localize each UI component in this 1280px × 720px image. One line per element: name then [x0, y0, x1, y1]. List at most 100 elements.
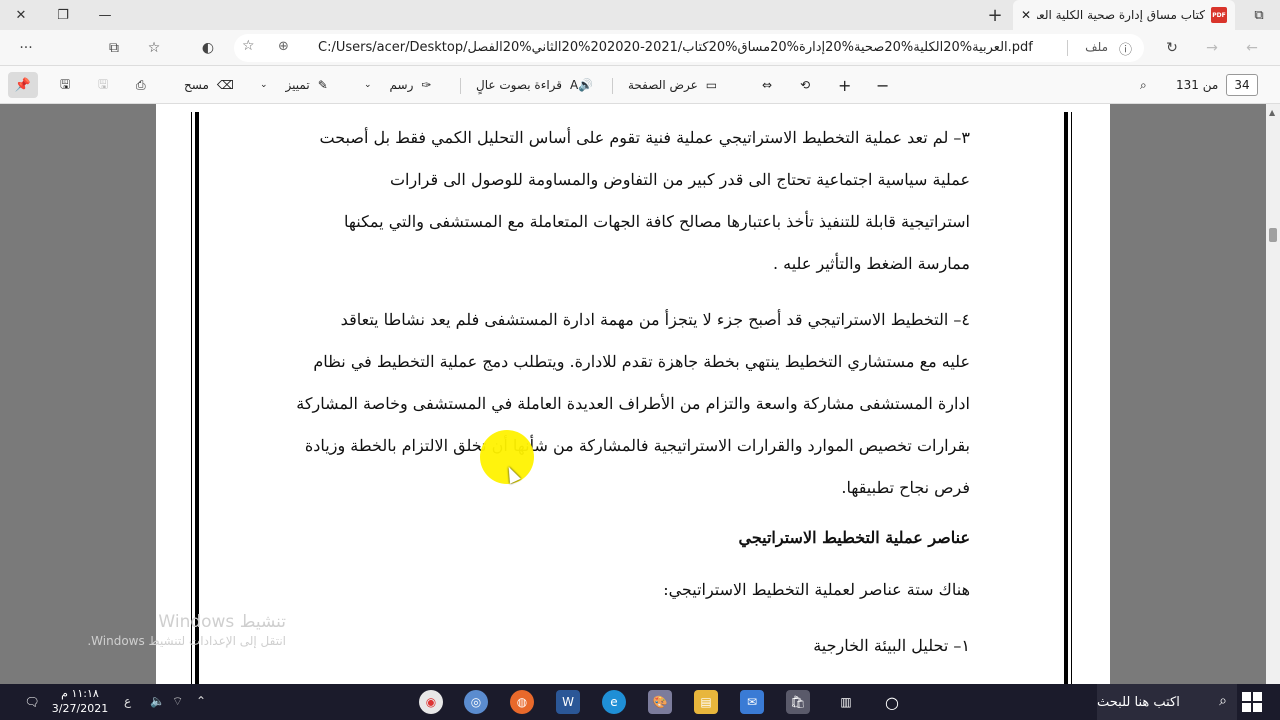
zoom-in-icon[interactable]: + — [838, 74, 851, 96]
search-box[interactable]: ⌕ اكتب هنا للبحث — [1097, 684, 1237, 720]
search-icon: ⌕ — [1219, 693, 1227, 709]
cortana-icon[interactable]: ○ — [880, 690, 904, 714]
pdf-icon: PDF — [1211, 7, 1227, 23]
text-line: عملية سياسية اجتماعية تحتاج الى قدر كبير… — [389, 170, 970, 189]
show-hidden-icon[interactable]: ⌃ — [196, 694, 206, 708]
chevron-down-icon: ⌄ — [364, 80, 372, 90]
highlight-label: تمييز — [285, 78, 310, 92]
save-icon[interactable]: 🖫 — [98, 74, 108, 96]
tab-title: كتاب مساق إدارة صحية الكلية العر — [1037, 8, 1205, 22]
omnibox-divider — [1067, 40, 1068, 56]
toolbar-divider — [612, 78, 613, 94]
taskbar: 🗨 ١١:١٨ م 3/27/2021 ع 🔈 ⌔ ⌃ ◉ ◎ ◍ W e 🎨 … — [0, 684, 1280, 720]
scrollbar-thumb[interactable] — [1269, 228, 1277, 242]
omnibox[interactable]: ☆ ⊕ C:/Users/acer/Desktop/العربية%20الكل… — [234, 34, 1144, 62]
network-icon[interactable]: ⌔ — [172, 694, 183, 709]
file-explorer-icon[interactable]: ▤ — [694, 690, 718, 714]
edge-icon[interactable]: e — [602, 690, 626, 714]
volume-icon[interactable]: 🔈 — [150, 694, 165, 708]
page-view-button[interactable]: عرض الصفحة ▭ — [628, 74, 717, 96]
pen-icon: ✑ — [421, 78, 432, 92]
activation-watermark: تنشيط Windows انتقل إلى الإعدادات لتنشيط… — [66, 612, 286, 648]
page-total: من 131 — [1176, 78, 1219, 92]
url-text[interactable]: C:/Users/acer/Desktop/العربية%20الكلية%2… — [318, 40, 1058, 55]
scroll-up-icon[interactable]: ▲ — [1269, 108, 1275, 117]
text-line: فرص نجاح تطبيقها. — [841, 478, 970, 497]
erase-label: مسح — [184, 78, 209, 92]
read-aloud-label: قراءة بصوت عالٍ — [476, 78, 563, 92]
file-label: ملف — [1085, 40, 1108, 54]
info-icon[interactable]: ⓘ — [1119, 39, 1132, 58]
mail-icon[interactable]: ✉ — [740, 690, 764, 714]
clock-date: 3/27/2021 — [51, 702, 109, 715]
scrollbar[interactable]: ▲ — [1266, 104, 1280, 684]
text-line: هناك ستة عناصر لعملية التخطيط الاستراتيج… — [663, 580, 970, 599]
eraser-icon: ⌫ — [216, 78, 234, 92]
title-bar: ✕ ❐ — + PDF كتاب مساق إدارة صحية الكلية … — [0, 0, 1280, 30]
windows-start-icon[interactable] — [1242, 692, 1262, 712]
more-menu-icon[interactable]: ··· — [14, 36, 38, 60]
text-line: ادارة المستشفى مشاركة واسعة والتزام من ا… — [296, 394, 970, 413]
tab-actions-icon[interactable]: ⧉ — [1238, 0, 1280, 30]
extension-icon[interactable]: ◐ — [196, 36, 220, 60]
highlighter-icon: ✎ — [317, 78, 328, 92]
watermark-title: تنشيط Windows — [158, 612, 286, 632]
text-line: ٤– التخطيط الاستراتيجي قد أصبح جزء لا يت… — [340, 310, 970, 329]
draw-label: رسم — [389, 78, 414, 92]
text-line: استراتيجية قابلة للتنفيذ تأخذ باعتبارها … — [344, 212, 970, 231]
text-line: ممارسة الضغط والتأثير عليه . — [772, 254, 970, 273]
toolbar-divider — [460, 78, 461, 94]
task-view-icon[interactable]: ▥ — [834, 690, 858, 714]
add-favorite-icon[interactable]: ☆ — [242, 38, 255, 54]
pdf-viewer[interactable]: ٣– لم تعد عملية التخطيط الاستراتيجي عملي… — [0, 104, 1280, 684]
chevron-down-icon: ⌄ — [260, 80, 268, 90]
rotate-icon[interactable]: ⟲ — [800, 74, 810, 96]
back-icon[interactable]: ← — [1240, 36, 1264, 60]
pin-toolbar-icon[interactable]: 📌 — [8, 72, 38, 98]
read-aloud-icon: A🔊 — [570, 78, 594, 92]
erase-button[interactable]: مسح ⌫ — [184, 74, 234, 96]
page-view-icon: ▭ — [705, 78, 718, 92]
page-border-left — [191, 112, 199, 684]
text-line: ٣– لم تعد عملية التخطيط الاستراتيجي عملي… — [319, 128, 970, 147]
close-window-icon[interactable]: ✕ — [0, 0, 42, 30]
chrome-icon[interactable]: ◉ — [419, 690, 443, 714]
draw-button[interactable]: ⌄ رسم ✑ — [364, 74, 431, 96]
save-as-icon[interactable]: 🖫 — [60, 74, 70, 96]
fit-width-icon[interactable]: ⇔ — [762, 74, 772, 96]
collections-icon[interactable]: ⧉ — [102, 36, 126, 60]
word-icon[interactable]: W — [556, 690, 580, 714]
favorites-icon[interactable]: ☆ — [142, 36, 166, 60]
search-placeholder: اكتب هنا للبحث — [1097, 694, 1180, 710]
app-icon[interactable]: ◎ — [464, 690, 488, 714]
address-bar: ··· ⧉ ☆ ◐ ☆ ⊕ C:/Users/acer/Desktop/العر… — [0, 30, 1280, 88]
page-view-label: عرض الصفحة — [628, 78, 698, 92]
search-icon[interactable]: ⌕ — [1140, 74, 1147, 96]
refresh-icon[interactable]: ↻ — [1160, 36, 1184, 60]
zoom-icon[interactable]: ⊕ — [278, 39, 289, 54]
firefox-icon[interactable]: ◍ — [510, 690, 534, 714]
page-number-input[interactable]: 34 — [1226, 74, 1258, 96]
highlight-button[interactable]: ⌄ تمييز ✎ — [260, 74, 328, 96]
list-item: ١– تحليل البيئة الخارجية — [813, 636, 970, 655]
clock[interactable]: ١١:١٨ م 3/27/2021 — [48, 686, 112, 716]
tab-pdf[interactable]: PDF كتاب مساق إدارة صحية الكلية العر ✕ — [1013, 0, 1235, 30]
tab-close-icon[interactable]: ✕ — [1021, 8, 1031, 22]
text-line: عليه مع مستشاري التخطيط ينتهي بخطة جاهزة… — [313, 352, 970, 371]
page-border-right — [1064, 112, 1072, 684]
text-line: بقرارات تخصيص الموارد والقرارات الاسترات… — [304, 436, 970, 455]
pdf-toolbar: 📌 🖫 🖫 ⎙ مسح ⌫ ⌄ تمييز ✎ ⌄ رسم ✑ قراءة بص… — [0, 66, 1280, 104]
watermark-subtitle: انتقل إلى الإعدادات لتنشيط Windows. — [87, 634, 286, 648]
paint-icon[interactable]: 🎨 — [648, 690, 672, 714]
clock-time: ١١:١٨ م — [61, 687, 99, 700]
new-tab-button[interactable]: + — [980, 0, 1010, 30]
store-icon[interactable]: 🛍 — [786, 690, 810, 714]
zoom-out-icon[interactable]: − — [876, 74, 889, 96]
forward-icon[interactable]: → — [1200, 36, 1224, 60]
notifications-icon[interactable]: 🗨 — [20, 690, 44, 714]
restore-window-icon[interactable]: ❐ — [42, 0, 84, 30]
read-aloud-button[interactable]: قراءة بصوت عالٍ A🔊 — [476, 74, 593, 96]
minimize-window-icon[interactable]: — — [84, 0, 126, 30]
print-icon[interactable]: ⎙ — [136, 74, 146, 96]
input-language[interactable]: ع — [124, 694, 131, 708]
